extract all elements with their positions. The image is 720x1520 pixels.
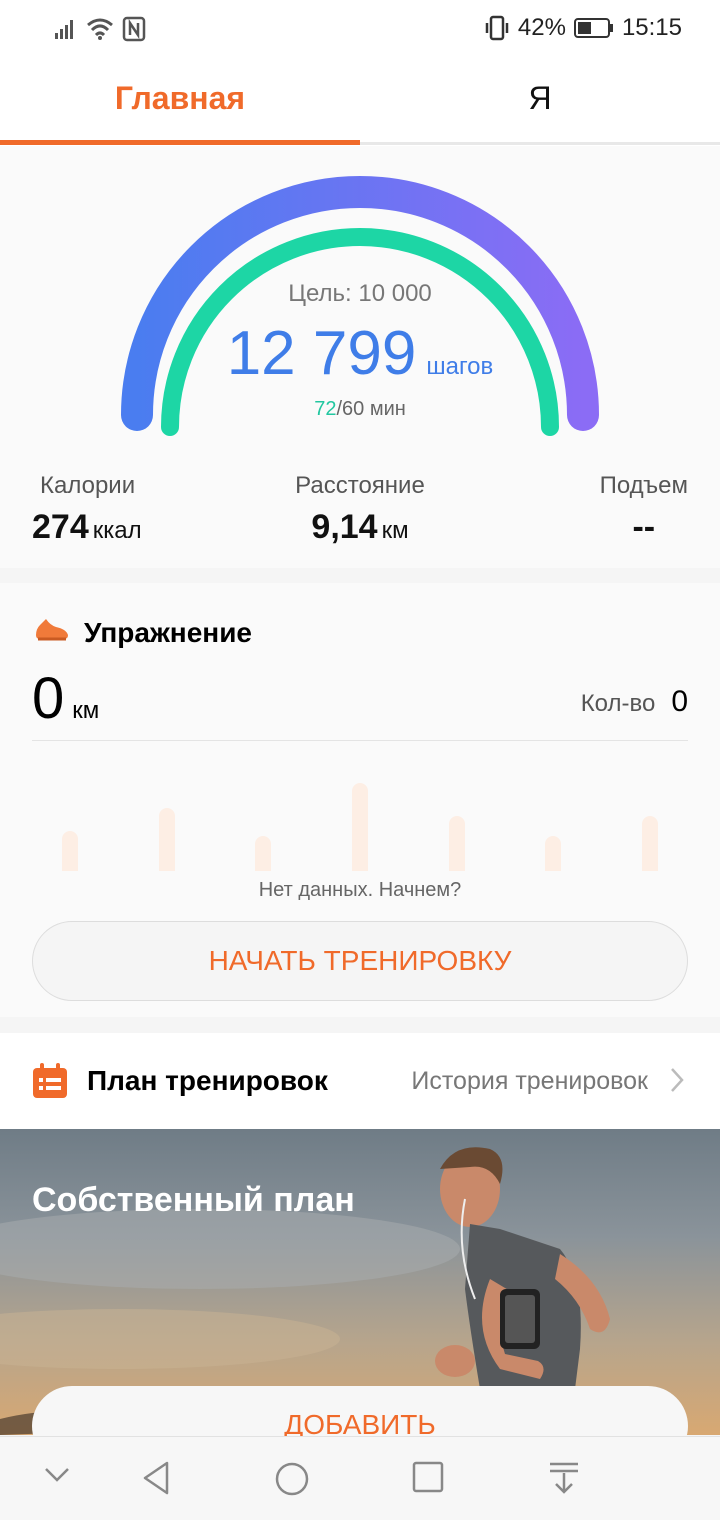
recents-icon[interactable] — [412, 1461, 444, 1493]
nfc-icon — [122, 16, 146, 42]
stat-distance: Расстояние 9,14 км — [288, 472, 432, 547]
active-minutes-value: 72 — [314, 398, 337, 420]
active-minutes: 72/60 мин — [0, 398, 720, 421]
signal-icon — [55, 20, 73, 39]
start-workout-button[interactable]: НАЧАТЬ ТРЕНИРОВКУ — [32, 921, 688, 1001]
active-minutes-goal: /60 мин — [336, 398, 406, 420]
divider — [32, 740, 688, 741]
placeholder-bar — [642, 816, 658, 871]
placeholder-bar — [449, 816, 465, 871]
chevron-right-icon[interactable] — [670, 1067, 684, 1093]
steps-card[interactable]: Цель: 10 000 12 799 шагов 72/60 мин Кало… — [0, 146, 720, 568]
shoe-icon — [36, 619, 68, 641]
stat-value: -- — [632, 508, 656, 546]
steps-goal: Цель: 10 000 — [288, 280, 432, 307]
tab-bar: Главная Я — [0, 62, 720, 146]
exercise-distance-value: 0 — [32, 666, 65, 731]
clock: 15:15 — [621, 14, 682, 41]
stat-calories: Калории 274 ккал — [32, 472, 142, 547]
tab-me[interactable]: Я — [360, 80, 720, 117]
battery-icon — [573, 18, 613, 38]
exercise-placeholder-chart — [0, 773, 720, 871]
home-icon[interactable] — [274, 1461, 310, 1497]
placeholder-bar — [255, 836, 271, 871]
status-bar: 42% 15:15 — [0, 0, 720, 62]
stat-elevation: Подъем -- — [600, 472, 688, 547]
back-icon[interactable] — [142, 1461, 170, 1495]
notification-pull-icon[interactable] — [548, 1461, 580, 1495]
exercise-card[interactable]: Упражнение 0 км Кол-во 0 Нет данных. Нач… — [0, 583, 720, 1017]
chevron-down-icon[interactable] — [44, 1467, 70, 1483]
workout-history-link[interactable]: История тренировок — [411, 1067, 648, 1096]
stat-label: Калории — [40, 472, 136, 499]
stat-value: 274 ккал — [32, 508, 142, 546]
exercise-count-label: Кол-во — [580, 690, 656, 717]
calendar-icon — [33, 1063, 67, 1098]
tab-divider — [360, 142, 720, 145]
wifi-icon — [87, 18, 113, 40]
placeholder-bar — [545, 836, 561, 871]
stat-label: Подъем — [599, 472, 688, 499]
placeholder-bar — [352, 783, 368, 871]
active-tab-indicator — [0, 140, 360, 145]
steps-value: 12 799 — [226, 319, 417, 388]
exercise-count-value: 0 — [671, 685, 688, 718]
stat-label: Расстояние — [295, 472, 425, 499]
no-data-text: Нет данных. Начнем? — [258, 879, 462, 901]
steps-unit: шагов — [426, 353, 494, 380]
system-nav-bar — [0, 1436, 720, 1520]
exercise-distance-unit: км — [72, 697, 100, 724]
battery-percent: 42% — [517, 14, 566, 41]
exercise-title: Упражнение — [84, 617, 252, 648]
placeholder-bar — [159, 808, 175, 871]
stat-value: 9,14 км — [311, 508, 409, 546]
vibrate-icon — [485, 15, 509, 41]
tab-home[interactable]: Главная — [0, 80, 360, 117]
placeholder-bar — [62, 831, 78, 871]
workout-plan-title: План тренировок — [87, 1065, 328, 1096]
workout-plan-header: План тренировок История тренировок — [0, 1033, 720, 1129]
banner-title: Собственный план — [32, 1181, 355, 1219]
